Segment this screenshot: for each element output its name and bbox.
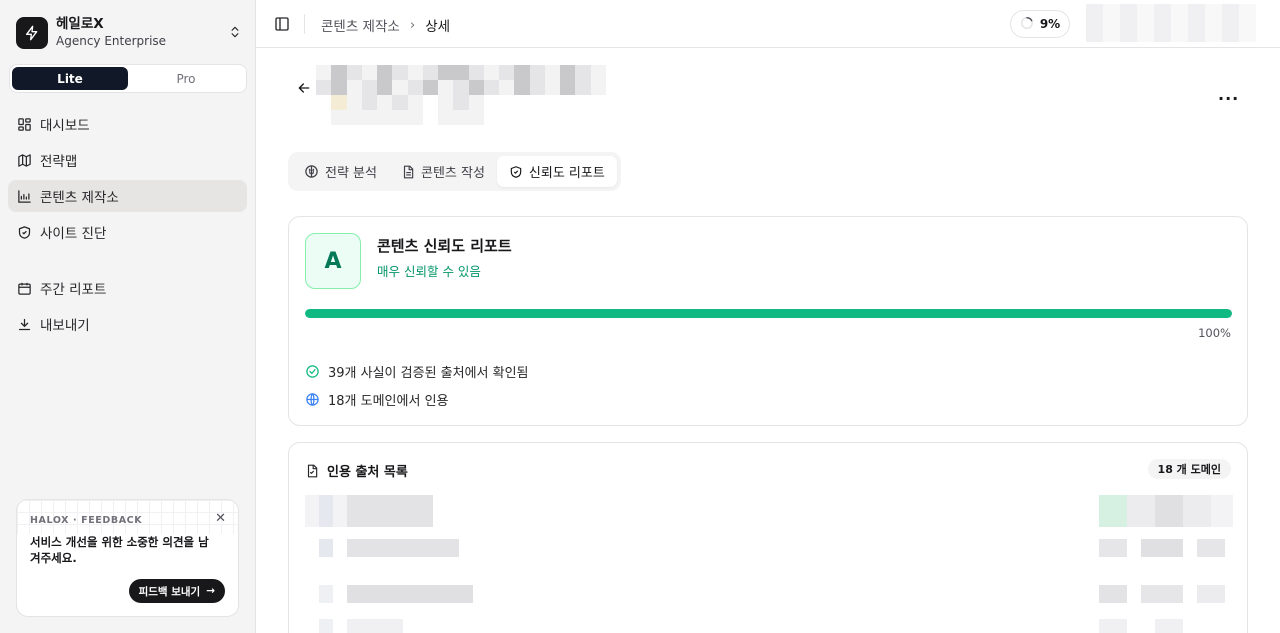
sidebar-item-label: 대시보드	[40, 118, 90, 134]
tab-label: 전략 분석	[325, 166, 377, 181]
progress-indicator[interactable]: 9%	[1010, 10, 1070, 38]
document-icon	[401, 165, 415, 179]
workspace-switcher[interactable]: 헤일로X Agency Enterprise	[16, 16, 242, 49]
send-feedback-button[interactable]: 피드백 보내기 →	[128, 579, 225, 603]
feedback-text: 서비스 개선을 위한 소중한 의견을 남겨주세요.	[30, 535, 209, 565]
domains-stat: 18개 도메인에서 인용	[305, 390, 449, 409]
plan-lite-button[interactable]: Lite	[12, 67, 128, 90]
close-icon[interactable]: ✕	[215, 511, 226, 526]
sidebar-toggle-icon[interactable]	[274, 16, 290, 36]
chart-icon	[16, 188, 32, 204]
plan-pro-button[interactable]: Pro	[128, 67, 244, 90]
detail-tabs: 전략 분석 콘텐츠 작성 신뢰도 리포트	[288, 152, 621, 191]
grade-badge: A	[305, 233, 361, 289]
calendar-icon	[16, 280, 32, 296]
tab-content-writing[interactable]: 콘텐츠 작성	[389, 156, 497, 187]
back-arrow-icon[interactable]	[296, 80, 312, 100]
reliability-progress-bar	[305, 309, 1232, 318]
sources-title-text: 인용 출처 목록	[327, 465, 408, 480]
brain-icon	[304, 164, 319, 179]
breadcrumb-content-studio[interactable]: 콘텐츠 제작소	[321, 15, 400, 35]
send-feedback-label: 피드백 보내기	[138, 585, 201, 598]
sidebar-item-label: 콘텐츠 제작소	[40, 190, 119, 206]
reliability-percent: 100%	[1198, 326, 1231, 340]
sources-title: 인용 출처 목록	[305, 461, 408, 480]
tab-strategy-analysis[interactable]: 전략 분석	[292, 156, 389, 187]
sidebar-item-strategy-map[interactable]: 전략맵	[8, 144, 247, 176]
sidebar-item-label: 전략맵	[40, 154, 78, 170]
domain-count-badge: 18 개 도메인	[1147, 459, 1231, 479]
sidebar-item-dashboard[interactable]: 대시보드	[8, 108, 247, 140]
header-divider	[304, 14, 305, 34]
check-circle-icon	[305, 364, 320, 379]
chevron-up-down-icon[interactable]	[228, 24, 242, 43]
main-content: ··· 전략 분석 콘텐츠 작성 신뢰도 리포트 A 콘텐츠 신뢰도 리포트 매…	[256, 49, 1280, 633]
feedback-label: HALOX · FEEDBACK	[30, 515, 143, 526]
source-row-redacted[interactable]	[305, 619, 1233, 633]
sidebar: 헤일로X Agency Enterprise Lite Pro 대시보드 전략맵	[0, 0, 256, 633]
file-check-icon	[305, 464, 319, 478]
sidebar-item-content-studio[interactable]: 콘텐츠 제작소	[8, 180, 247, 212]
download-icon	[16, 316, 32, 332]
globe-icon	[305, 392, 320, 407]
reliability-report-card: A 콘텐츠 신뢰도 리포트 매우 신뢰할 수 있음 100% 39개 사실이 검…	[288, 216, 1248, 426]
workspace-name: 헤일로X	[56, 16, 104, 32]
citation-sources-card: 인용 출처 목록 18 개 도메인	[288, 442, 1248, 633]
breadcrumb: 콘텐츠 제작소 › 상세	[321, 15, 450, 35]
sidebar-item-export[interactable]: 내보내기	[8, 308, 247, 340]
shield-check-icon	[509, 165, 523, 179]
tab-label: 콘텐츠 작성	[420, 166, 485, 181]
sidebar-nav: 대시보드 전략맵 콘텐츠 제작소 사이트 진단 주간 리포트 내보내기	[8, 108, 247, 344]
sidebar-item-site-audit[interactable]: 사이트 진단	[8, 216, 247, 248]
report-verdict: 매우 신뢰할 수 있음	[377, 264, 481, 279]
plan-toggle: Lite Pro	[9, 64, 247, 93]
spinner-icon	[1020, 16, 1034, 33]
source-row-redacted[interactable]	[305, 585, 1233, 603]
map-icon	[16, 152, 32, 168]
verified-facts-stat: 39개 사실이 검증된 출처에서 확인됨	[305, 362, 529, 381]
more-options-icon[interactable]: ···	[1218, 89, 1239, 108]
sidebar-item-label: 주간 리포트	[40, 282, 107, 298]
sidebar-item-weekly-report[interactable]: 주간 리포트	[8, 272, 247, 304]
lightning-logo-icon	[16, 16, 48, 49]
user-menu-redacted[interactable]	[1086, 4, 1256, 42]
content-title-redacted	[316, 65, 621, 140]
top-header: 콘텐츠 제작소 › 상세 9%	[256, 0, 1280, 48]
report-title: 콘텐츠 신뢰도 리포트	[377, 237, 512, 255]
verified-facts-text: 39개 사실이 검증된 출처에서 확인됨	[328, 366, 529, 381]
sidebar-item-label: 사이트 진단	[40, 226, 107, 242]
breadcrumb-detail: 상세	[425, 19, 451, 35]
arrow-right-icon: →	[206, 585, 215, 597]
source-row-redacted[interactable]	[305, 495, 1233, 527]
source-row-redacted[interactable]	[305, 539, 1233, 557]
chevron-right-icon: ›	[409, 17, 416, 33]
feedback-card: HALOX · FEEDBACK ✕ 서비스 개선을 위한 소중한 의견을 남겨…	[16, 499, 239, 617]
reliability-progress-fill	[305, 309, 1232, 318]
dashboard-grid-icon	[16, 116, 32, 132]
tab-label: 신뢰도 리포트	[528, 166, 605, 181]
shield-icon	[16, 224, 32, 240]
tab-reliability-report[interactable]: 신뢰도 리포트	[496, 156, 617, 187]
progress-value: 9%	[1039, 17, 1061, 31]
sidebar-item-label: 내보내기	[40, 318, 90, 334]
domains-text: 18개 도메인에서 인용	[328, 394, 449, 409]
workspace-plan: Agency Enterprise	[56, 34, 167, 48]
